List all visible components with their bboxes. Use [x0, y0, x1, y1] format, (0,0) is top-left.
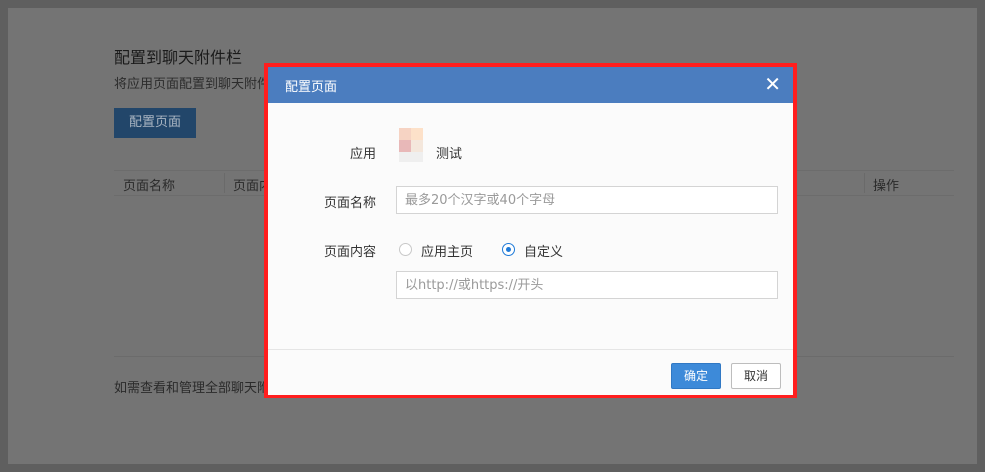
confirm-button[interactable]: 确定	[671, 363, 721, 389]
url-input[interactable]	[396, 271, 778, 299]
column-divider	[864, 173, 865, 193]
dialog-header: 配置页面 ✕	[268, 67, 793, 103]
app-name: 测试	[436, 147, 463, 162]
dialog-footer: 确定 取消	[268, 349, 793, 395]
column-header-actions: 操作	[873, 179, 900, 194]
page-subtitle: 将应用页面配置到聊天附件	[114, 77, 271, 92]
radio-custom[interactable]	[502, 243, 515, 256]
config-page-button[interactable]: 配置页面	[114, 108, 196, 138]
config-page-dialog: 配置页面 ✕ 应用 测试 页面名称 页面内容 应用主页 自定义 确定 取消	[264, 63, 797, 398]
footer-text: 如需查看和管理全部聊天附件	[114, 381, 284, 396]
column-header-page-content: 页面内	[233, 179, 273, 194]
radio-custom-label[interactable]: 自定义	[524, 241, 563, 260]
app-icon	[399, 128, 423, 162]
page-content-label: 页面内容	[323, 245, 376, 260]
cancel-button[interactable]: 取消	[731, 363, 781, 389]
close-icon[interactable]: ✕	[764, 71, 781, 97]
page-title: 配置到聊天附件栏	[114, 48, 243, 67]
page-name-label: 页面名称	[323, 196, 376, 211]
page-name-input[interactable]	[396, 186, 778, 214]
app-label: 应用	[349, 147, 376, 162]
dialog-title: 配置页面	[285, 80, 338, 95]
column-divider	[224, 173, 225, 193]
column-header-page-name: 页面名称	[123, 179, 176, 194]
radio-app-home-label[interactable]: 应用主页	[421, 241, 473, 260]
radio-app-home[interactable]	[399, 243, 412, 256]
